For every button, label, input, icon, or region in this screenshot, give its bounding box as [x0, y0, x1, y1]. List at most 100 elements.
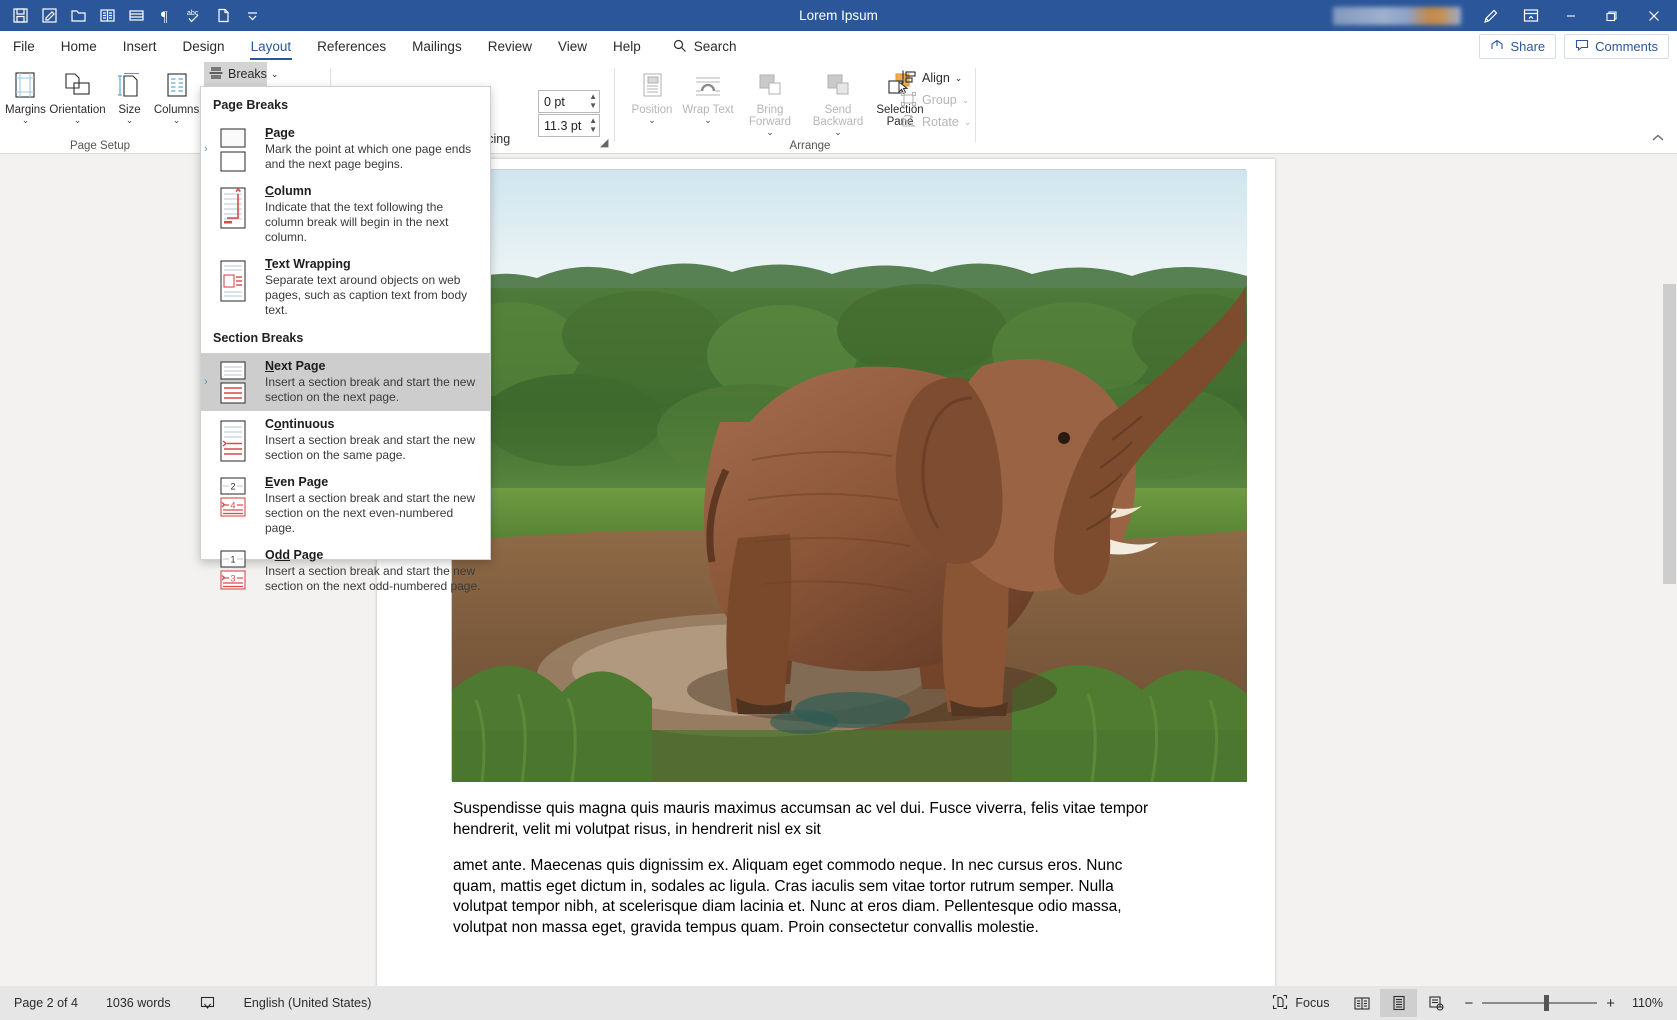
bring-forward-icon: [755, 67, 785, 101]
menu-item-column[interactable]: Column Indicate that the text following …: [201, 178, 490, 251]
hover-caret-icon: ›: [204, 143, 208, 155]
breaks-button[interactable]: Breaks ⌄: [204, 62, 278, 86]
columns-icon: [163, 67, 191, 101]
proofing-errors-icon[interactable]: [185, 995, 230, 1012]
menu-item-text-wrapping[interactable]: Text Wrapping Separate text around objec…: [201, 251, 490, 324]
restore-button[interactable]: [1591, 0, 1631, 31]
tab-home[interactable]: Home: [48, 31, 110, 62]
open-folder-icon[interactable]: [64, 3, 93, 29]
minimize-button[interactable]: [1551, 0, 1591, 31]
zoom-out-button[interactable]: −: [1464, 995, 1473, 1012]
send-backward-icon: [823, 67, 853, 101]
save-icon[interactable]: [6, 3, 35, 29]
position-button[interactable]: Position ⌄: [624, 62, 680, 137]
search-box[interactable]: Search: [672, 38, 737, 56]
tab-layout[interactable]: Layout: [238, 31, 305, 62]
tab-view[interactable]: View: [545, 31, 600, 62]
position-caret-icon[interactable]: ⌄: [648, 116, 656, 125]
margins-caret-icon[interactable]: ⌄: [22, 116, 30, 125]
menu-item-continuous-desc: Insert a section break and start the new…: [265, 433, 476, 462]
columns-caret-icon[interactable]: ⌄: [173, 116, 181, 125]
print-layout-view-icon[interactable]: [1380, 989, 1418, 1017]
orientation-button[interactable]: Orientation ⌄: [49, 62, 106, 125]
rotate-button[interactable]: Rotate ⌄: [895, 111, 976, 133]
language-indicator[interactable]: English (United States): [230, 996, 386, 1010]
read-mode-view-icon[interactable]: [1343, 989, 1380, 1017]
document-page[interactable]: Suspendisse quis magna quis mauris maxim…: [377, 159, 1275, 986]
customize-qat-icon[interactable]: [238, 3, 267, 29]
comments-label: Comments: [1595, 39, 1658, 54]
zoom-in-button[interactable]: +: [1606, 995, 1615, 1012]
margins-button[interactable]: Margins ⌄: [2, 62, 49, 125]
tab-insert[interactable]: Insert: [110, 31, 170, 62]
read-mode-icon[interactable]: [93, 3, 122, 29]
spacing-before-stepper[interactable]: ▲ ▼: [589, 91, 597, 112]
text-wrapping-break-icon: [211, 257, 255, 318]
align-caret-icon[interactable]: ⌄: [955, 73, 963, 84]
spelling-check-icon[interactable]: abc: [180, 3, 209, 29]
ribbon-display-options-icon[interactable]: [1511, 0, 1551, 31]
align-button[interactable]: Align ⌄: [895, 67, 976, 89]
rotate-caret-icon[interactable]: ⌄: [964, 117, 972, 128]
word-window: ¶ abc Lorem Ipsum File Home Insert Desig…: [0, 0, 1677, 1020]
group-button[interactable]: Group ⌄: [895, 89, 976, 111]
focus-button[interactable]: Focus: [1258, 994, 1343, 1013]
menu-item-even-page[interactable]: 2 4 Even Page Insert a section break and…: [201, 469, 490, 542]
send-backward-caret-icon[interactable]: ⌄: [834, 128, 842, 137]
document-image[interactable]: [451, 169, 1247, 782]
tab-design[interactable]: Design: [170, 31, 238, 62]
close-button[interactable]: [1631, 0, 1677, 31]
title-bar: ¶ abc Lorem Ipsum: [0, 0, 1677, 31]
spacing-after-input[interactable]: 11.3 pt ▲ ▼: [538, 114, 600, 137]
page-indicator[interactable]: Page 2 of 4: [0, 996, 92, 1010]
size-caret-icon[interactable]: ⌄: [126, 116, 134, 125]
group-icon: [900, 91, 917, 110]
arrange-group-label: Arrange: [789, 140, 831, 152]
spacing-after-stepper[interactable]: ▲ ▼: [589, 115, 597, 136]
new-document-icon[interactable]: [209, 3, 238, 29]
menu-item-odd-page[interactable]: 1 3 Odd Page Insert a section break and …: [201, 542, 490, 600]
zoom-track[interactable]: [1482, 995, 1598, 1011]
share-button[interactable]: Share: [1479, 34, 1557, 59]
breaks-label: Breaks: [228, 67, 267, 81]
wrap-text-button[interactable]: Wrap Text ⌄: [680, 62, 736, 137]
next-page-break-icon: [211, 359, 255, 405]
autosave-icon[interactable]: [35, 3, 64, 29]
send-backward-button[interactable]: Send Backward ⌄: [804, 62, 872, 137]
zoom-level[interactable]: 110%: [1625, 996, 1677, 1010]
scrollbar-thumb[interactable]: [1663, 284, 1676, 584]
selected-caret-icon: ›: [204, 376, 208, 388]
zoom-slider[interactable]: − +: [1454, 995, 1625, 1012]
table-icon[interactable]: [122, 3, 151, 29]
menu-item-page-desc: Mark the point at which one page ends an…: [265, 142, 472, 171]
word-count[interactable]: 1036 words: [92, 996, 185, 1010]
menu-item-next-page[interactable]: › Next Page Insert a section break and s…: [201, 353, 490, 411]
tab-review[interactable]: Review: [475, 31, 545, 62]
menu-item-continuous[interactable]: Continuous Insert a section break and st…: [201, 411, 490, 469]
menu-item-page[interactable]: › Page Mark the point at which one page …: [201, 120, 490, 178]
tab-mailings[interactable]: Mailings: [399, 31, 475, 62]
ribbon-group-arrange: Position ⌄ Wrap Text ⌄ Bring Forward ⌄ S…: [620, 62, 940, 154]
paragraph-dialog-launcher[interactable]: ◢: [600, 136, 608, 149]
bring-forward-button[interactable]: Bring Forward ⌄: [736, 62, 804, 137]
account-info-blurred[interactable]: [1333, 6, 1461, 25]
web-layout-view-icon[interactable]: [1417, 989, 1454, 1017]
collapse-ribbon-button[interactable]: [1651, 132, 1665, 147]
tab-references[interactable]: References: [304, 31, 399, 62]
document-paragraph-1[interactable]: Suspendisse quis magna quis mauris maxim…: [453, 799, 1153, 840]
wrap-text-caret-icon[interactable]: ⌄: [704, 116, 712, 125]
spacing-before-input[interactable]: 0 pt ▲ ▼: [538, 90, 600, 113]
tab-file[interactable]: File: [0, 31, 48, 62]
orientation-caret-icon[interactable]: ⌄: [74, 116, 82, 125]
zoom-thumb[interactable]: [1544, 995, 1550, 1011]
document-paragraph-2[interactable]: amet ante. Maecenas quis dignissim ex. A…: [453, 856, 1153, 938]
tab-help[interactable]: Help: [600, 31, 654, 62]
bring-forward-caret-icon[interactable]: ⌄: [766, 128, 774, 137]
columns-button[interactable]: Columns ⌄: [153, 62, 200, 125]
group-caret-icon[interactable]: ⌄: [962, 95, 970, 106]
pen-icon[interactable]: [1471, 0, 1511, 31]
size-button[interactable]: Size ⌄: [106, 62, 153, 125]
vertical-scrollbar[interactable]: [1662, 154, 1677, 986]
comments-button[interactable]: Comments: [1564, 34, 1669, 59]
paragraph-mark-icon[interactable]: ¶: [151, 3, 180, 29]
